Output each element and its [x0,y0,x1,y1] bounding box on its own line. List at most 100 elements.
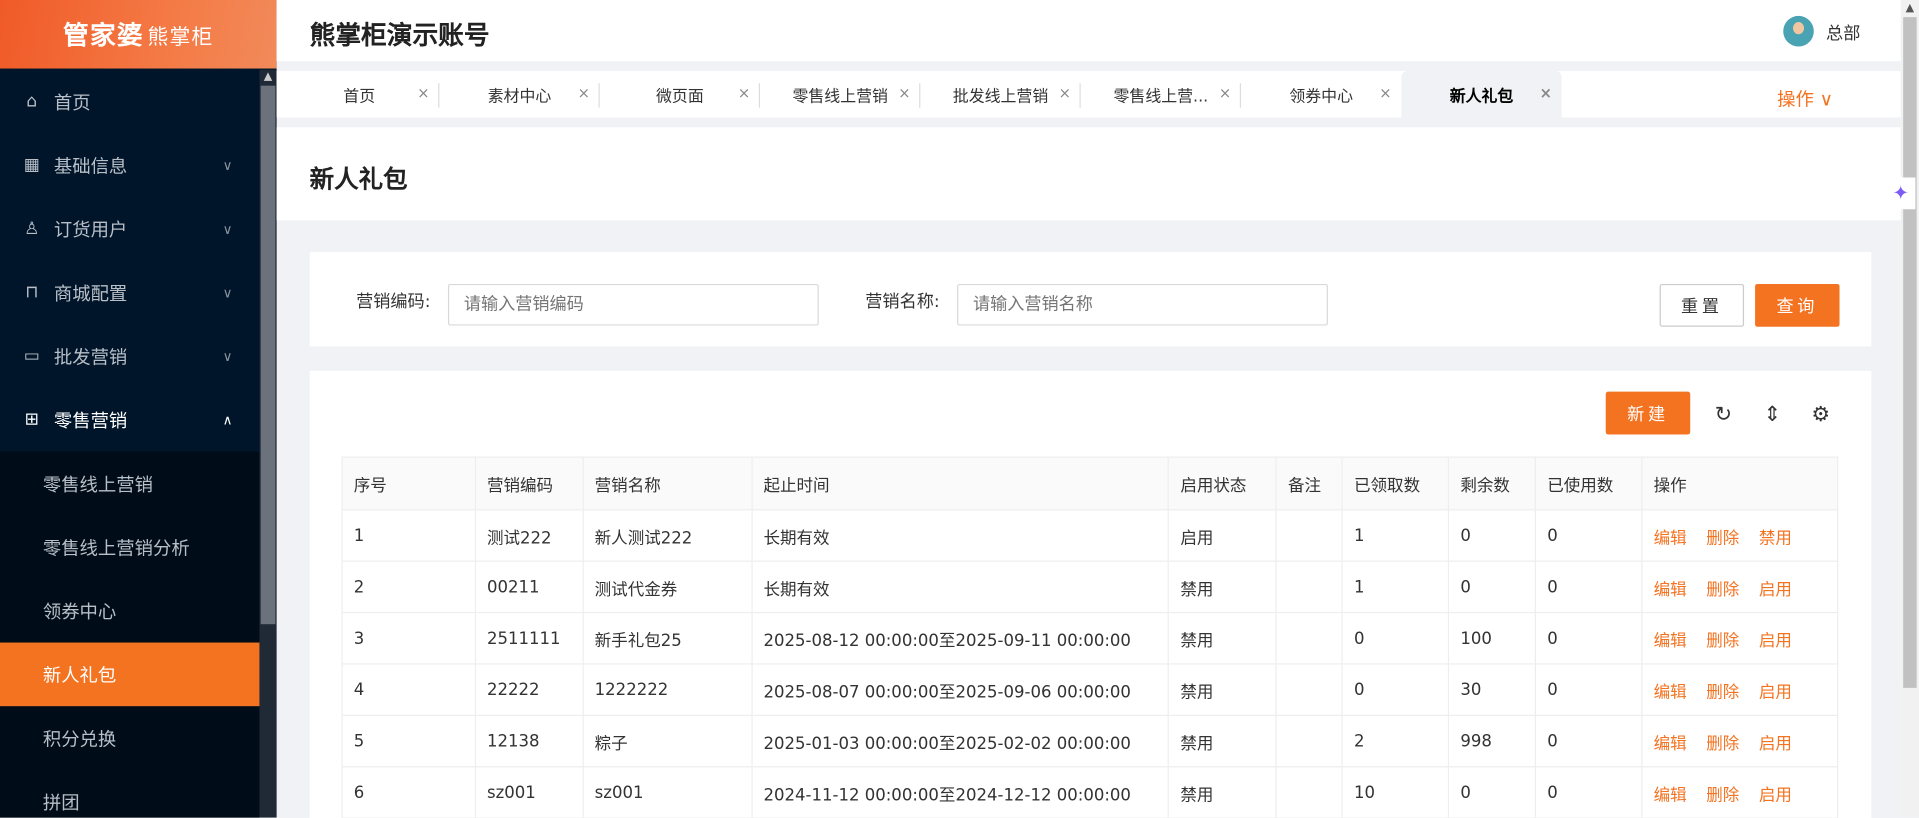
top-header: 熊掌柜演示账号 总部 [276,0,1901,62]
sidebar-item-2[interactable]: ♙ 订货用户 ∨ [0,197,259,261]
cell-note [1275,560,1343,614]
tab-1[interactable]: 素材中心 × [439,71,600,118]
tab-0[interactable]: 首页 × [279,71,440,118]
sidebar-scroll-thumb[interactable] [260,85,276,625]
sidebar-item-label: 批发营销 [53,345,128,368]
column-header: 已使用数 [1534,456,1643,511]
density-icon[interactable]: ⇕ [1764,403,1781,427]
cell-name: 粽子 [582,714,753,768]
delete-link[interactable]: 删除 [1706,528,1739,548]
home-icon: ⌂ [26,91,38,112]
cell-used: 0 [1534,560,1643,614]
tab-label: 新人礼包 [1449,87,1514,106]
settings-icon[interactable]: ⚙ [1811,403,1830,427]
toggle-status-link[interactable]: 启用 [1759,734,1792,754]
close-icon[interactable]: × [898,84,910,101]
column-header: 备注 [1275,456,1343,511]
scroll-up-icon[interactable]: ▲ [1901,0,1919,17]
edit-link[interactable]: 编辑 [1654,580,1687,600]
close-icon[interactable]: × [578,84,590,101]
cell-used: 0 [1534,611,1643,665]
query-button[interactable]: 查询 [1755,283,1840,327]
sidebar-item-0[interactable]: ⌂ 首页 [0,70,259,134]
ai-assistant-icon[interactable]: ✦ [1886,177,1916,210]
toggle-status-link[interactable]: 禁用 [1759,528,1792,548]
sidebar-item-4[interactable]: ▭ 批发营销 ∨ [0,324,259,388]
tab-4[interactable]: 批发线上营销 × [920,71,1081,118]
tab-5[interactable]: 零售线上营... × [1081,71,1242,118]
cell-left: 100 [1448,611,1537,665]
toggle-status-link[interactable]: 启用 [1759,682,1792,702]
submenu-item-4[interactable]: 积分兑换 [0,706,259,770]
tab-label: 零售线上营... [1113,87,1209,106]
tab-6[interactable]: 领券中心 × [1241,71,1401,118]
submenu-item-3[interactable]: 新人礼包 [0,642,260,707]
logo: 管家婆 熊掌柜 [0,0,277,69]
name-input[interactable] [957,283,1328,326]
edit-link[interactable]: 编辑 [1654,528,1687,548]
cell-status: 禁用 [1168,611,1277,665]
sidebar-item-3[interactable]: ⊓ 商城配置 ∨ [0,261,259,325]
delete-link[interactable]: 删除 [1706,785,1739,805]
new-button[interactable]: 新建 [1605,391,1691,435]
tab-2[interactable]: 微页面 × [600,71,761,118]
submenu-item-5[interactable]: 拼团 [0,770,259,818]
reset-button[interactable]: 重置 [1659,283,1745,327]
submenu-item-0[interactable]: 零售线上营销 [0,452,259,516]
toggle-status-link[interactable]: 启用 [1759,631,1792,651]
column-header: 已领取数 [1341,456,1450,511]
scroll-up-icon[interactable]: ▲ [259,70,276,86]
sidebar-item-label: 首页 [53,91,91,114]
cell-left: 0 [1448,560,1537,614]
cell-no: 3 [341,611,476,665]
close-icon[interactable]: × [738,84,750,101]
table-row: 1 测试222 新人测试222 长期有效 启用 1 0 0 编辑 删除 禁用 [341,509,1839,562]
edit-link[interactable]: 编辑 [1654,785,1687,805]
edit-link[interactable]: 编辑 [1654,734,1687,754]
chevron-icon: ∨ [222,220,233,237]
cell-left: 30 [1448,663,1537,716]
cell-code: 00211 [474,560,584,614]
submenu-item-2[interactable]: 领券中心 [0,579,259,643]
toggle-status-link[interactable]: 启用 [1759,580,1792,600]
refresh-icon[interactable]: ↻ [1715,403,1732,427]
sidebar: 管家婆 熊掌柜 ⌂ 首页 ▦ 基础信息 ∨ ♙ 订货用户 ∨ ⊓ 商城配置 ∨ ▭ 批发营销 ∨ ⊞ 零售营销 ∧… [0,0,277,818]
page-scroll-thumb[interactable] [1903,17,1917,688]
edit-link[interactable]: 编辑 [1654,682,1687,702]
close-icon[interactable]: × [417,84,429,101]
close-icon[interactable]: × [1540,84,1552,101]
account-title: 熊掌柜演示账号 [309,20,490,51]
code-input[interactable] [447,283,819,326]
table-row: 3 2511111 新手礼包25 2025-08-12 00:00:00至2025-0… [341,611,1839,665]
sidebar-item-5[interactable]: ⊞ 零售营销 ∧ [0,388,259,452]
cell-note [1275,611,1343,665]
tab-label: 首页 [343,87,376,106]
cell-got: 2 [1341,714,1450,768]
sidebar-scrollbar[interactable]: ▲ [259,69,277,818]
delete-link[interactable]: 删除 [1706,580,1739,600]
cell-got: 0 [1341,663,1450,716]
column-header: 营销编码 [474,456,584,511]
page-scrollbar[interactable]: ▲ [1900,0,1919,818]
delete-link[interactable]: 删除 [1706,631,1739,651]
edit-link[interactable]: 编辑 [1654,631,1687,651]
close-icon[interactable]: × [1219,84,1231,101]
toggle-status-link[interactable]: 启用 [1759,785,1792,805]
tab-7[interactable]: 新人礼包 × [1401,70,1562,118]
delete-link[interactable]: 删除 [1706,682,1739,702]
table-header-row: 序号 营销编码 营销名称 起止时间 启用状态 备注 已领取数 剩余数 已使用数 操作 [341,456,1839,511]
tab-label: 素材中心 [487,87,552,106]
user-name[interactable]: 总部 [1826,21,1860,45]
cell-time: 长期有效 [751,560,1170,614]
table-row: 6 sz001 sz001 2024-11-12 00:00:00至2024-12-1… [341,766,1839,818]
sidebar-item-1[interactable]: ▦ 基础信息 ∨ [0,133,259,197]
close-icon[interactable]: × [1379,84,1391,101]
sidebar-menu: ⌂ 首页 ▦ 基础信息 ∨ ♙ 订货用户 ∨ ⊓ 商城配置 ∨ ▭ 批发营销 ∨ ⊞ 零售营销 ∧ 零售线上营销零… [0,70,260,818]
avatar[interactable] [1783,15,1814,47]
close-icon[interactable]: × [1059,84,1071,101]
submenu-item-1[interactable]: 零售线上营销分析 [0,515,259,579]
tab-3[interactable]: 零售线上营销 × [760,71,921,118]
delete-link[interactable]: 删除 [1706,734,1739,754]
tab-operations-dropdown[interactable]: 操作 ∨ [1777,86,1833,112]
column-header: 剩余数 [1448,456,1537,511]
